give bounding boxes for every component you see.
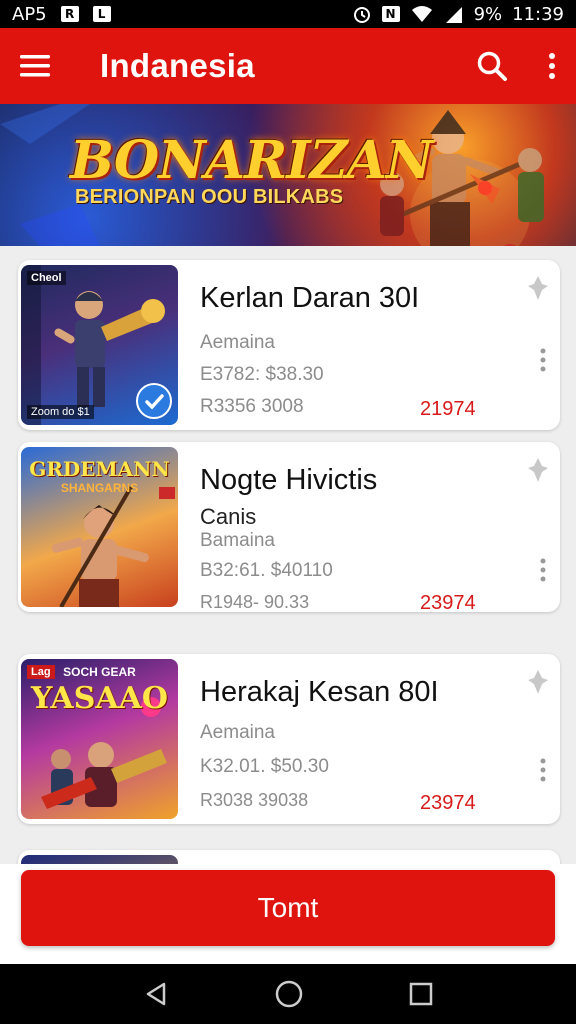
carrier-label: AP5 xyxy=(12,3,47,25)
item-detail-1: E3782: $38.30 xyxy=(200,364,324,385)
game-list: Cheol Zoom do $1 Kerlan Daran 30I Aemain… xyxy=(0,246,576,864)
item-more-icon[interactable] xyxy=(540,558,546,582)
home-icon[interactable] xyxy=(274,979,304,1009)
battery-label: 9% xyxy=(473,3,503,25)
pin-icon[interactable] xyxy=(526,456,550,484)
recents-icon[interactable] xyxy=(408,981,434,1007)
list-item[interactable]: Cheol Zoom do $1 Kerlan Daran 30I Aemain… xyxy=(18,260,560,430)
back-icon[interactable] xyxy=(142,980,170,1008)
item-detail-2: R3356 3008 xyxy=(200,396,304,417)
item-price: 21974 xyxy=(420,398,476,420)
search-icon[interactable] xyxy=(476,50,508,82)
item-more-icon[interactable] xyxy=(540,758,546,782)
thumbnail: Cheol Zoom do $1 xyxy=(21,265,178,425)
menu-icon[interactable] xyxy=(20,54,50,78)
status-bar: AP5 R L N 9% 11:39 xyxy=(0,0,576,28)
item-detail-2: R3038 39038 xyxy=(200,790,309,810)
thumbnail-title: YASAAO xyxy=(30,681,169,716)
item-detail-2: R1948- 90.33 xyxy=(200,592,310,612)
item-detail-1: B32:61. $40110 xyxy=(200,560,333,581)
hero-subtitle: BERIONPAN OOU BILKABS xyxy=(75,186,344,208)
app-actions xyxy=(476,50,556,82)
item-price: 23974 xyxy=(420,792,476,814)
page-title: Indanesia xyxy=(100,47,255,84)
pin-icon[interactable] xyxy=(526,668,550,696)
item-category: Aemaina xyxy=(200,722,275,743)
thumbnail xyxy=(21,855,178,864)
notification-icon: R xyxy=(60,6,79,22)
item-title: Kerlan Daran 30I xyxy=(200,282,420,314)
list-item[interactable]: GRDEMANN SHANGARNS Nogte Hivictis Canis … xyxy=(18,442,560,614)
item-detail-1: K32.01. $50.30 xyxy=(200,756,329,777)
app-bar: Indanesia xyxy=(0,28,576,104)
notification-icon-2: L xyxy=(92,6,111,22)
hero-banner[interactable]: BONARIZAN BERIONPAN OOU BILKABS xyxy=(0,104,576,246)
item-category: Bamaina xyxy=(200,530,275,551)
thumbnail-title: GRDEMANN xyxy=(29,457,170,481)
more-vert-icon[interactable] xyxy=(548,52,556,80)
thumbnail-caption: Zoom do $1 xyxy=(27,405,94,419)
verified-badge-icon xyxy=(136,383,172,419)
alarm-icon xyxy=(353,7,370,23)
item-price: 23974 xyxy=(420,592,476,614)
cta-container: Tomt xyxy=(0,864,576,964)
system-nav-bar xyxy=(0,964,576,1024)
item-subtitle: Canis xyxy=(200,504,257,529)
thumbnail-subtitle: SOCH GEAR xyxy=(63,665,136,679)
wifi-icon xyxy=(411,6,432,22)
list-item[interactable]: Lag SOCH GEAR YASAAO Herakaj Kesan 80I A… xyxy=(18,654,560,824)
primary-action-button[interactable]: Tomt xyxy=(21,870,555,946)
thumbnail: GRDEMANN SHANGARNS xyxy=(21,447,178,607)
thumbnail-subtitle: SHANGARNS xyxy=(60,481,139,495)
nfc-icon: N xyxy=(381,6,400,22)
list-item[interactable] xyxy=(18,850,560,864)
item-more-icon[interactable] xyxy=(540,348,546,372)
thumbnail: Lag SOCH GEAR YASAAO xyxy=(21,659,178,819)
hero-title: BONARIZAN xyxy=(70,130,433,191)
clock: 11:39 xyxy=(512,3,564,25)
pin-icon[interactable] xyxy=(526,274,550,302)
thumbnail-tag: Cheol xyxy=(27,271,66,285)
item-title: Herakaj Kesan 80I xyxy=(200,676,439,708)
item-category: Aemaina xyxy=(200,332,275,353)
status-right: N 9% 11:39 xyxy=(352,4,564,25)
signal-icon xyxy=(445,7,462,23)
status-left: AP5 R L xyxy=(12,4,111,25)
item-title: Nogte Hivictis xyxy=(200,464,378,496)
